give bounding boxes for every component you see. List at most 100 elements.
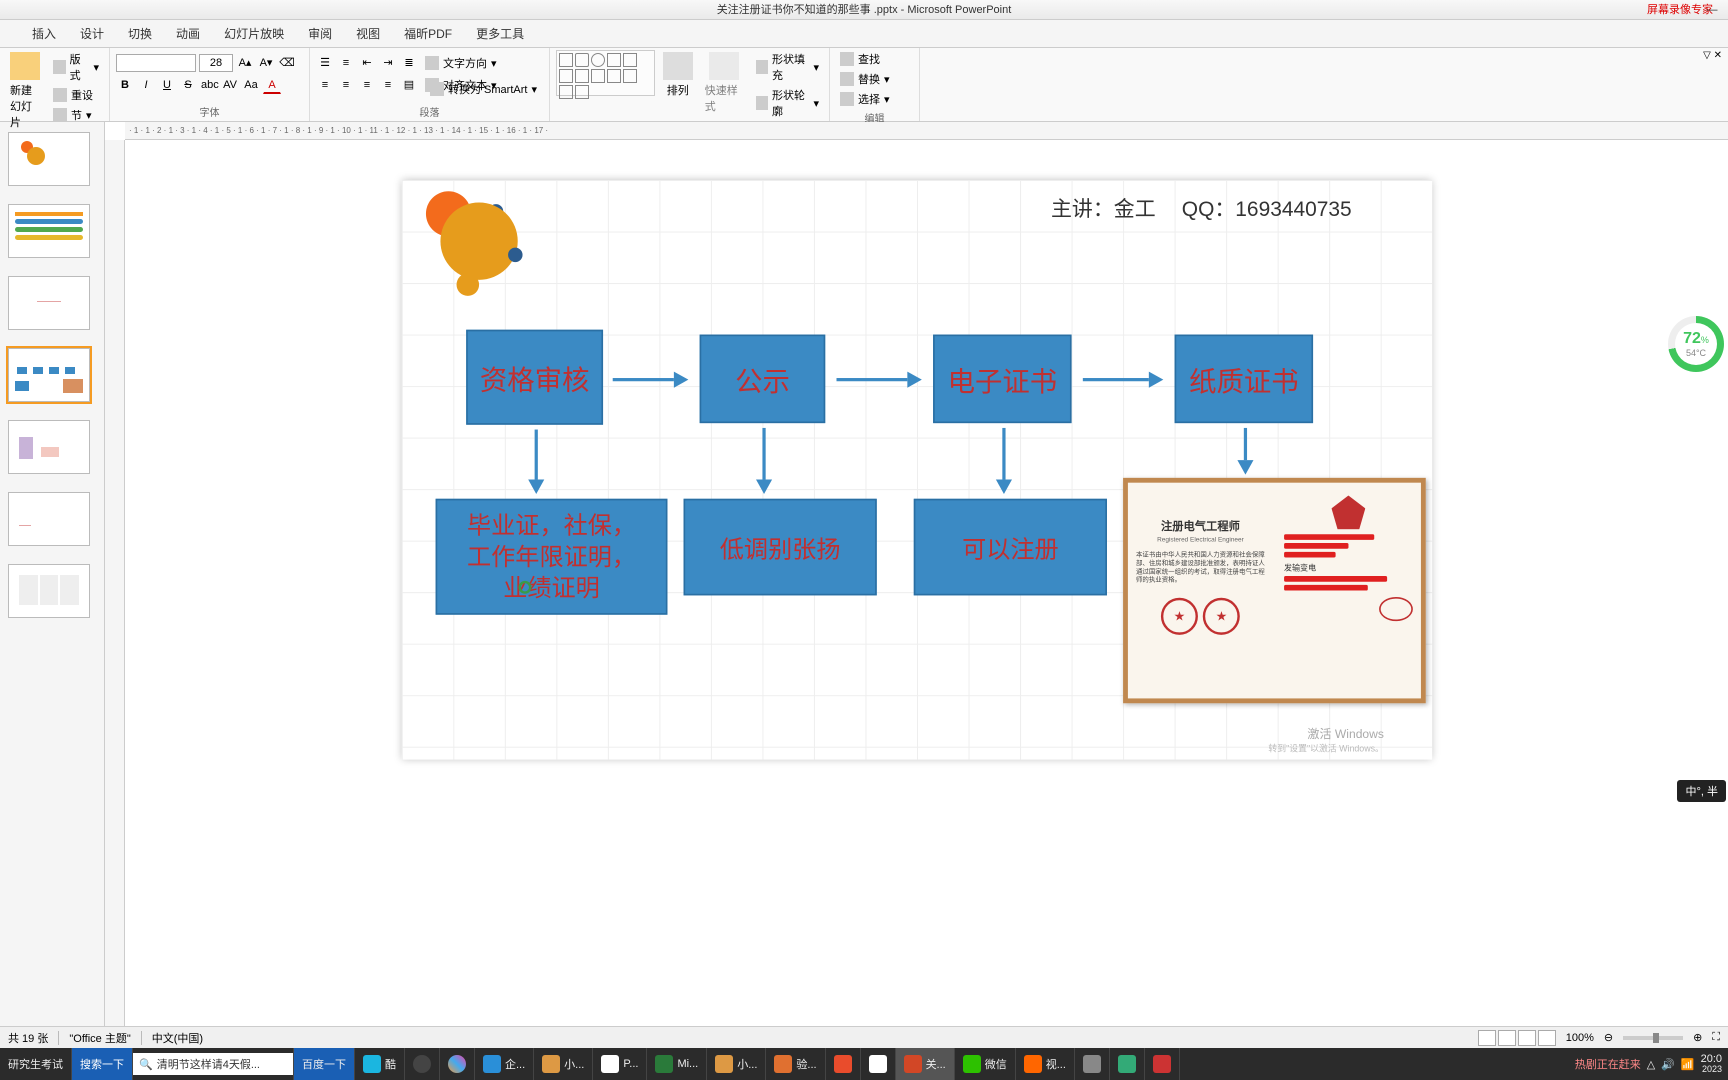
align-center-icon[interactable]: ≡ bbox=[337, 76, 355, 94]
taskbar-app-active[interactable]: 关... bbox=[896, 1048, 955, 1080]
flowchart-box[interactable]: 可以注册 bbox=[913, 499, 1106, 596]
smartart-button[interactable]: 转换为 SmartArt ▾ bbox=[426, 80, 541, 98]
select-button[interactable]: 选择 ▾ bbox=[836, 90, 894, 108]
slide-thumb[interactable] bbox=[8, 132, 90, 186]
slide-thumb[interactable] bbox=[8, 348, 90, 402]
section-button[interactable]: 节 ▾ bbox=[49, 106, 103, 124]
shapes-gallery[interactable] bbox=[556, 50, 655, 96]
italic-button[interactable]: I bbox=[137, 76, 155, 94]
arrow-right-icon[interactable] bbox=[612, 372, 688, 388]
spacing-button[interactable]: AV bbox=[221, 76, 239, 94]
flowchart-box[interactable]: 毕业证，社保， 工作年限证明， 业绩证明 bbox=[435, 499, 667, 615]
certificate-image[interactable]: 注册电气工程师 Registered Electrical Engineer 本… bbox=[1123, 478, 1426, 703]
taskbar-app[interactable] bbox=[440, 1048, 475, 1080]
performance-gauge[interactable]: 72% 54°C bbox=[1668, 316, 1724, 372]
arrow-down-icon[interactable] bbox=[756, 428, 772, 494]
taskbar-search-box[interactable]: 🔍清明节这样请4天假... bbox=[133, 1048, 294, 1080]
taskbar-date[interactable]: 2023 bbox=[1701, 1065, 1722, 1074]
shape-outline-button[interactable]: 形状轮廓 ▾ bbox=[752, 86, 823, 120]
font-family-select[interactable] bbox=[116, 54, 196, 72]
menu-review[interactable]: 审阅 bbox=[296, 20, 344, 47]
new-slide-button[interactable]: 新建 幻灯片 bbox=[6, 50, 45, 132]
zoom-in-button[interactable]: ⊕ bbox=[1693, 1031, 1702, 1044]
menu-transition[interactable]: 切换 bbox=[116, 20, 164, 47]
flowchart-box[interactable]: 公示 bbox=[699, 335, 825, 424]
reading-view-button[interactable] bbox=[1518, 1030, 1536, 1046]
underline-button[interactable]: U bbox=[158, 76, 176, 94]
arrow-down-icon[interactable] bbox=[995, 428, 1011, 494]
ime-indicator[interactable]: 中°, 半 bbox=[1677, 780, 1726, 802]
flowchart-box[interactable]: 纸质证书 bbox=[1174, 335, 1312, 424]
bullets-icon[interactable]: ☰ bbox=[316, 54, 334, 72]
taskbar-app[interactable]: P... bbox=[593, 1048, 647, 1080]
taskbar-app[interactable]: 小... bbox=[534, 1048, 593, 1080]
replace-button[interactable]: 替换 ▾ bbox=[836, 70, 894, 88]
shadow-button[interactable]: abc bbox=[200, 76, 218, 94]
taskbar-app[interactable]: 酷 bbox=[355, 1048, 405, 1080]
align-right-icon[interactable]: ≡ bbox=[358, 76, 376, 94]
case-button[interactable]: Aa bbox=[242, 76, 260, 94]
tray-icon[interactable]: 📶 bbox=[1681, 1058, 1695, 1071]
quick-style-button[interactable]: 快速样式 bbox=[701, 50, 748, 116]
menu-more[interactable]: 更多工具 bbox=[464, 20, 536, 47]
reset-button[interactable]: 重设 bbox=[49, 86, 103, 104]
taskbar-app[interactable]: 小... bbox=[707, 1048, 766, 1080]
indent-icon[interactable]: ⇥ bbox=[379, 54, 397, 72]
numbering-icon[interactable]: ≡ bbox=[337, 54, 355, 72]
font-size-select[interactable] bbox=[199, 54, 233, 72]
font-color-button[interactable]: A bbox=[263, 76, 281, 94]
ribbon-collapse-icon[interactable]: ▽ ✕ bbox=[1703, 50, 1722, 61]
flowchart-box[interactable]: 电子证书 bbox=[933, 335, 1071, 424]
menu-slideshow[interactable]: 幻灯片放映 bbox=[212, 20, 296, 47]
normal-view-button[interactable] bbox=[1478, 1030, 1496, 1046]
layout-button[interactable]: 版式 ▾ bbox=[49, 50, 103, 84]
slide-thumb[interactable] bbox=[8, 420, 90, 474]
taskbar-app[interactable] bbox=[1145, 1048, 1180, 1080]
fit-button[interactable]: ⛶ bbox=[1712, 1031, 1720, 1044]
clear-format-icon[interactable]: ⌫ bbox=[278, 54, 296, 72]
taskbar-app[interactable] bbox=[405, 1048, 440, 1080]
flowchart-box[interactable]: 低调别张扬 bbox=[683, 499, 876, 596]
taskbar-search-button[interactable]: 搜索一下 bbox=[72, 1048, 133, 1080]
arrow-right-icon[interactable] bbox=[836, 372, 921, 388]
align-left-icon[interactable]: ≡ bbox=[316, 76, 334, 94]
taskbar-baidu-button[interactable]: 百度一下 bbox=[294, 1048, 355, 1080]
bold-button[interactable]: B bbox=[116, 76, 134, 94]
menu-animation[interactable]: 动画 bbox=[164, 20, 212, 47]
menu-design[interactable]: 设计 bbox=[68, 20, 116, 47]
taskbar-app[interactable]: 视... bbox=[1016, 1048, 1075, 1080]
strike-button[interactable]: S bbox=[179, 76, 197, 94]
arrow-down-icon[interactable] bbox=[1237, 428, 1253, 475]
taskbar-app[interactable] bbox=[826, 1048, 861, 1080]
taskbar-app[interactable]: Mi... bbox=[647, 1048, 707, 1080]
justify-icon[interactable]: ≡ bbox=[379, 76, 397, 94]
zoom-out-button[interactable]: ⊖ bbox=[1604, 1031, 1613, 1044]
decrease-font-icon[interactable]: A▾ bbox=[257, 54, 275, 72]
increase-font-icon[interactable]: A▴ bbox=[236, 54, 254, 72]
menu-foxit[interactable]: 福昕PDF bbox=[392, 20, 464, 47]
arrange-button[interactable]: 排列 bbox=[659, 50, 697, 100]
taskbar-app[interactable]: 微信 bbox=[955, 1048, 1016, 1080]
taskbar-left-label[interactable]: 研究生考试 bbox=[0, 1048, 72, 1080]
slide-thumb[interactable]: —— bbox=[8, 492, 90, 546]
shape-fill-button[interactable]: 形状填充 ▾ bbox=[752, 50, 823, 84]
tray-icon[interactable]: △ bbox=[1647, 1058, 1655, 1071]
text-direction-button[interactable]: 文字方向 ▾ bbox=[421, 54, 501, 72]
taskbar-app[interactable]: 验... bbox=[766, 1048, 825, 1080]
slide-thumb[interactable] bbox=[8, 564, 90, 618]
arrow-down-icon[interactable] bbox=[528, 430, 544, 494]
zoom-level[interactable]: 100% bbox=[1566, 1032, 1594, 1044]
thumbnails-pane[interactable]: ———— —— bbox=[0, 122, 105, 1026]
flowchart-box[interactable]: 资格审核 bbox=[466, 330, 603, 425]
menu-insert[interactable]: 插入 bbox=[20, 20, 68, 47]
linespacing-icon[interactable]: ≣ bbox=[400, 54, 418, 72]
tray-icon[interactable]: 🔊 bbox=[1661, 1058, 1675, 1071]
taskbar-app[interactable]: 企... bbox=[475, 1048, 534, 1080]
taskbar-app[interactable] bbox=[861, 1048, 896, 1080]
zoom-slider[interactable] bbox=[1623, 1036, 1683, 1040]
outdent-icon[interactable]: ⇤ bbox=[358, 54, 376, 72]
slide-thumb[interactable] bbox=[8, 204, 90, 258]
slideshow-view-button[interactable] bbox=[1538, 1030, 1556, 1046]
slide-thumb[interactable]: ———— bbox=[8, 276, 90, 330]
menu-view[interactable]: 视图 bbox=[344, 20, 392, 47]
